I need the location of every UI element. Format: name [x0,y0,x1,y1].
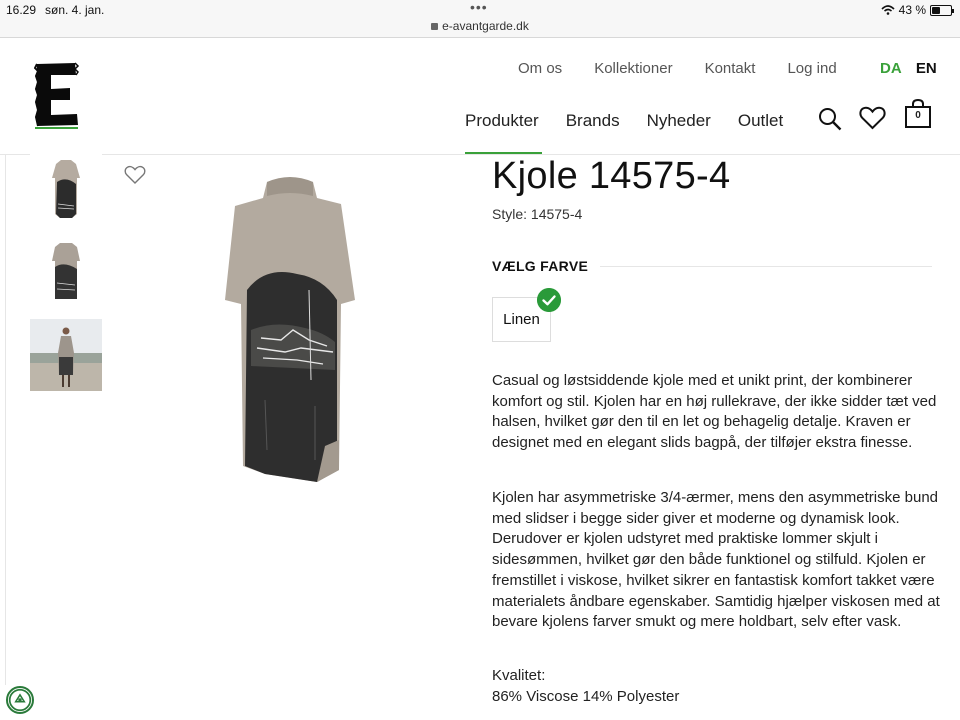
nav-nyheder[interactable]: Nyheder [647,111,711,131]
battery-icon [930,4,954,16]
nav-produkter[interactable]: Produkter [465,111,539,131]
quality-label: Kvalitet: [492,667,546,684]
nav-log-ind[interactable]: Log ind [787,60,836,77]
site-header: Om os Kollektioner Kontakt Log ind DA EN… [0,38,960,155]
status-date: søn. 4. jan. [45,3,105,17]
color-heading: VÆLG FARVE [492,258,589,274]
browser-status-bar: 16.29 søn. 4. jan. ••• e-avantgarde.dk 4… [0,0,960,38]
wifi-icon [881,5,895,15]
gallery-thumbnail-3[interactable] [30,319,102,391]
more-dots-icon[interactable]: ••• [470,0,488,15]
battery-percent: 43 % [898,3,926,17]
favorite-icon[interactable] [124,165,146,185]
product-main-image[interactable] [205,170,375,485]
main-nav: Produkter Brands Nyheder Outlet [465,111,810,131]
product-description-paragraph-2: Kjolen har asymmetriske 3/4-ærmer, mens … [492,489,940,631]
address-bar[interactable]: e-avantgarde.dk [0,19,960,33]
gallery-thumbnail-2[interactable] [30,237,102,309]
quality-value: 86% Viscose 14% Polyester [492,688,680,705]
check-icon [537,288,561,312]
battery-fill [932,6,940,14]
address-url: e-avantgarde.dk [442,19,529,33]
search-icon[interactable] [818,107,842,131]
nav-brands[interactable]: Brands [566,111,620,131]
status-indicators: 43 % [881,3,954,17]
status-time: 16.29 [6,3,37,17]
gallery-divider [5,155,6,685]
gallery-thumbnail-1[interactable] [30,154,102,226]
color-heading-rule [600,266,932,267]
product-style-number: Style: 14575-4 [492,206,583,222]
language-switch: DA EN [880,60,937,77]
thumbnail-dress-image [52,160,80,218]
top-nav: Om os Kollektioner Kontakt Log ind [518,60,869,77]
product-title: Kjole 14575-4 [492,155,731,197]
nav-outlet[interactable]: Outlet [738,111,783,131]
recycle-badge-icon[interactable] [6,686,34,714]
nav-kollektioner[interactable]: Kollektioner [594,60,672,77]
product-description-paragraph-1: Casual og løstsiddende kjole med et unik… [492,372,937,452]
brand-logo[interactable] [34,62,80,130]
lock-icon [431,23,439,30]
active-nav-indicator [465,152,542,154]
thumbnail-model-image [30,319,102,391]
nav-kontakt[interactable]: Kontakt [705,60,756,77]
nav-om-os[interactable]: Om os [518,60,562,77]
lang-en[interactable]: EN [916,60,937,77]
thumbnail-dress-back-image [52,243,80,299]
lang-da[interactable]: DA [880,60,902,77]
heart-icon[interactable] [859,106,886,130]
cart-count: 0 [915,110,921,121]
